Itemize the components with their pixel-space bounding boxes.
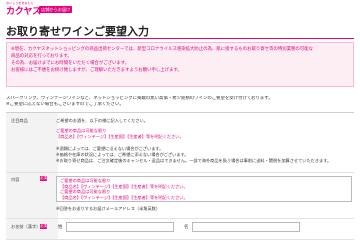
- notice-line: その為、お届けまでにお時間をいただく場合がございます。: [11, 61, 130, 66]
- products-line: ご希望のお酒を、以下の様に記入してください。: [56, 118, 148, 123]
- shop-delivery-button[interactable]: 店舗からお届け: [39, 6, 73, 13]
- products-line: ※価格や在庫の状況によっては、ご希望に添えない場合がございます。: [56, 152, 189, 157]
- kakuyasu-logo[interactable]: カクヤス: [6, 4, 41, 17]
- products-line: 【商品名】【ヴィンテージ】【生産国】【生産者】等を明記ください。: [56, 134, 184, 139]
- name-sei-label: 姓: [58, 225, 63, 230]
- notice-line: お客様にはご不便をお掛け致しますが、ご理解いただきますようお願い申し上げます。: [11, 68, 182, 73]
- content-note: ※回答をお送りするお届けメールアドレス（半角英数）: [56, 206, 161, 211]
- content-textarea[interactable]: ご要望の商品は可能な限り 【商品名】【ヴィンテージ】【生産国】【生産者】等を明記…: [56, 176, 352, 202]
- content-label-cell: 内容: [6, 173, 58, 218]
- intro-text: スパークリング、ウィンテージワインなど、ネットショッピングに掲載の無い高価・希少…: [6, 96, 354, 108]
- products-line: ※酒類によっては、ご要望に沿えない場合がございます。: [56, 146, 164, 151]
- page-title: お取り寄せワインご要望入力: [6, 25, 149, 38]
- name-sei-input[interactable]: [66, 222, 174, 232]
- notice-line: ※現在、カクヤスネットショッピングの商品出荷センターでは、新型コロナウイルス感染…: [11, 47, 313, 52]
- products-label-cell: 注目商品: [6, 113, 58, 172]
- name-label: お名前（漢字）: [11, 224, 41, 229]
- textarea-line: 【商品名】【ヴィンテージ】【生産国】【生産者】等を明記ください。: [60, 194, 188, 200]
- content-label: 内容: [11, 177, 20, 182]
- title-divider: [6, 38, 354, 39]
- products-line: ご要望の商品は可能な限り: [56, 128, 107, 133]
- notice-line: 商品の対応を行っております。: [11, 54, 72, 59]
- products-label: 注目商品: [11, 118, 28, 123]
- required-badge: 必須: [40, 224, 47, 229]
- name-mei-label: 名: [184, 225, 189, 230]
- site-header: おいしさをあなたに カクヤス 店舗からお届け: [0, 0, 360, 17]
- intro-line: ※ご要望に応えない場合もございますのでご了承ください。: [6, 102, 124, 107]
- notice-box: ※現在、カクヤスネットショッピングの商品出荷センターでは、新型コロナウイルス感染…: [6, 42, 354, 87]
- required-badge: 必須: [40, 176, 47, 181]
- name-label-cell: お名前（漢字）: [6, 219, 58, 239]
- products-line: ※お取り寄せ商品は、ご注文確定後のキャンセル・返品はできません。一部で海外商品を…: [56, 158, 332, 163]
- name-mei-input[interactable]: [192, 222, 300, 232]
